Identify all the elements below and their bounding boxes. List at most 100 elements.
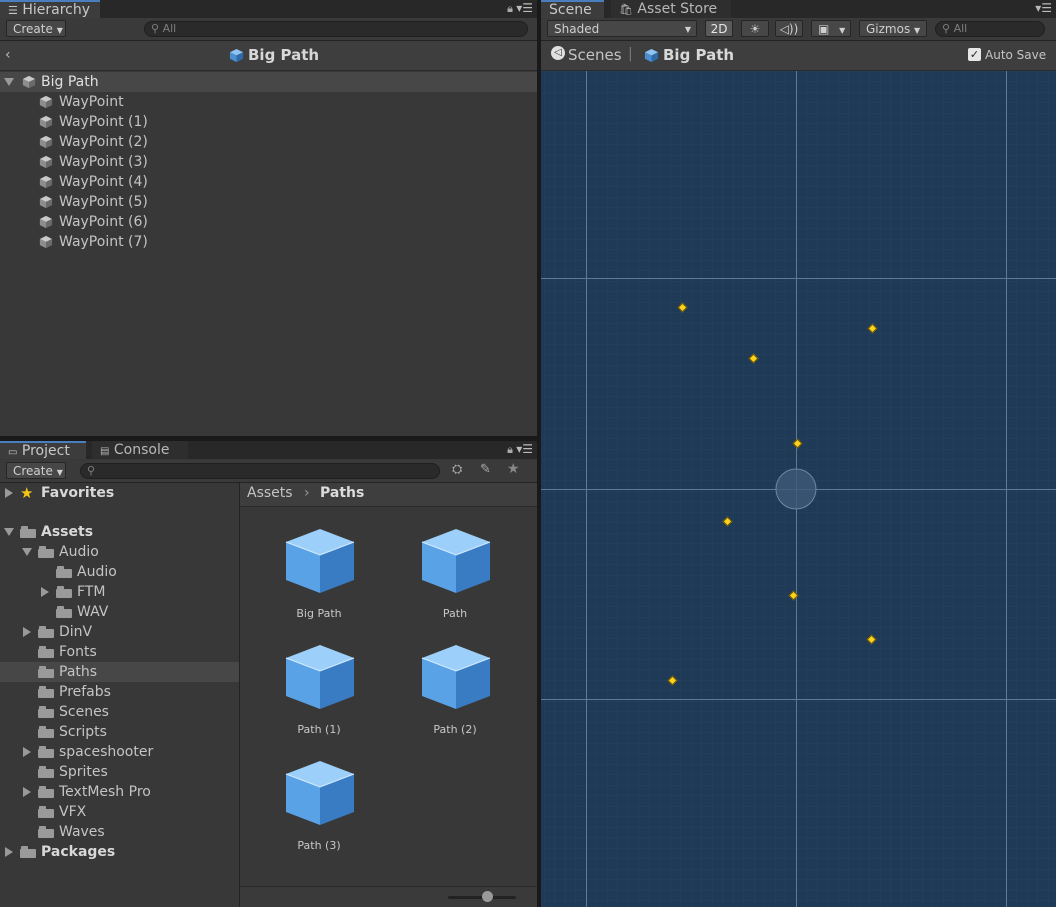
asset-name: Path (1) bbox=[297, 723, 341, 736]
folder-icon bbox=[38, 786, 54, 798]
audio-toggle[interactable]: ◁)) bbox=[775, 20, 803, 37]
expand-icon[interactable] bbox=[4, 78, 14, 86]
hierarchy-item-waypoint[interactable]: WayPoint (3) bbox=[0, 152, 537, 172]
project-tree-item[interactable]: Packages bbox=[0, 842, 239, 862]
project-tree-item[interactable]: Prefabs bbox=[0, 682, 239, 702]
scene-viewport[interactable] bbox=[541, 71, 1056, 907]
hierarchy-item-waypoint[interactable]: WayPoint (2) bbox=[0, 132, 537, 152]
expand-icon[interactable] bbox=[23, 747, 31, 757]
sun-icon: ☀ bbox=[749, 22, 761, 36]
expand-icon[interactable] bbox=[5, 488, 13, 498]
folder-icon bbox=[38, 546, 54, 558]
project-tree-label: Prefabs bbox=[59, 684, 111, 700]
asset-prefab-item[interactable]: Path (1) bbox=[264, 641, 374, 741]
tab-scene[interactable]: Scene bbox=[541, 0, 604, 18]
expand-icon[interactable] bbox=[23, 787, 31, 797]
asset-prefab-item[interactable]: Big Path bbox=[264, 525, 374, 625]
project-tree-item[interactable]: Audio bbox=[0, 542, 239, 562]
breadcrumb-separator-icon: › bbox=[304, 485, 310, 501]
expand-icon[interactable] bbox=[23, 627, 31, 637]
asset-prefab-item[interactable]: Path bbox=[400, 525, 510, 625]
scene-search-input[interactable]: ⚲ All bbox=[935, 21, 1045, 37]
filter-type-icon[interactable]: ⛭ bbox=[452, 462, 462, 477]
hierarchy-item-root[interactable]: Big Path bbox=[0, 72, 537, 92]
project-tree-label: spaceshooter bbox=[59, 744, 154, 760]
project-search-input[interactable]: ⚲ bbox=[80, 463, 440, 479]
expand-icon[interactable] bbox=[5, 847, 13, 857]
project-tree-item[interactable]: Paths bbox=[0, 662, 239, 682]
project-tree-item[interactable]: Audio bbox=[0, 562, 239, 582]
project-tree-label: DinV bbox=[59, 624, 93, 640]
selection-handle[interactable] bbox=[775, 468, 817, 510]
auto-save-checkbox[interactable]: ✓ bbox=[968, 48, 981, 61]
zoom-slider-thumb[interactable] bbox=[482, 891, 493, 902]
project-tree-item[interactable]: spaceshooter bbox=[0, 742, 239, 762]
project-tree-item[interactable]: TextMesh Pro bbox=[0, 782, 239, 802]
tab-console[interactable]: ▤ Console bbox=[92, 441, 188, 459]
hierarchy-search-input[interactable]: ⚲ All bbox=[144, 21, 528, 37]
project-tree-item[interactable]: WAV bbox=[0, 602, 239, 622]
breadcrumb-scenes[interactable]: Scenes bbox=[568, 46, 622, 64]
hierarchy-item-waypoint[interactable]: WayPoint (1) bbox=[0, 112, 537, 132]
filter-label-icon[interactable]: ✎ bbox=[480, 462, 491, 477]
mode-2d-toggle[interactable]: 2D bbox=[705, 20, 733, 37]
unity-logo-icon: ◁ bbox=[551, 46, 565, 60]
lock-icon[interactable]: 🔒︎ bbox=[507, 443, 513, 457]
folder-icon bbox=[38, 666, 54, 678]
gizmos-dropdown[interactable]: Gizmos ▼ bbox=[859, 20, 927, 37]
hierarchy-item-waypoint[interactable]: WayPoint (4) bbox=[0, 172, 537, 192]
scene-tabbar: Scene 🛍︎ Asset Store ▾☰ bbox=[541, 0, 1056, 18]
favorite-star-icon[interactable]: ★ bbox=[507, 461, 520, 477]
expand-icon[interactable] bbox=[41, 587, 49, 597]
lock-icon[interactable]: 🔒︎ bbox=[507, 2, 513, 16]
tab-project[interactable]: ▭ Project bbox=[0, 441, 86, 459]
gameobject-icon bbox=[39, 95, 53, 109]
menu-icon[interactable]: ▾☰ bbox=[1035, 1, 1052, 15]
asset-prefab-item[interactable]: Path (3) bbox=[264, 757, 374, 857]
back-arrow-icon[interactable]: ‹ bbox=[5, 47, 11, 63]
project-tree-label: TextMesh Pro bbox=[59, 784, 151, 800]
project-tree-item[interactable]: Sprites bbox=[0, 762, 239, 782]
project-tree-item[interactable]: Scenes bbox=[0, 702, 239, 722]
project-tree-item[interactable]: DinV bbox=[0, 622, 239, 642]
menu-icon[interactable]: ▾☰ bbox=[516, 1, 533, 15]
gameobject-icon bbox=[39, 135, 53, 149]
breadcrumb-paths[interactable]: Paths bbox=[320, 483, 364, 504]
collapse-icon[interactable] bbox=[4, 528, 14, 536]
auto-save-label: Auto Save bbox=[985, 48, 1047, 62]
project-panel: ▭ Project ▤ Console 🔒︎ ▾☰ Create ▼ ⚲ ⛭ ✎… bbox=[0, 441, 537, 907]
hierarchy-item-waypoint[interactable]: WayPoint bbox=[0, 92, 537, 112]
project-tree-item[interactable]: Assets bbox=[0, 522, 239, 542]
project-tree-label: Audio bbox=[59, 544, 99, 560]
menu-icon[interactable]: ▾☰ bbox=[516, 442, 533, 456]
project-tree-label: Scenes bbox=[59, 704, 109, 720]
project-tree-item[interactable]: ★ Favorites bbox=[0, 483, 239, 503]
project-tree-item[interactable]: Scripts bbox=[0, 722, 239, 742]
shading-mode-dropdown[interactable]: Shaded ▼ bbox=[547, 20, 697, 37]
hierarchy-item-waypoint[interactable]: WayPoint (5) bbox=[0, 192, 537, 212]
project-tree-item[interactable]: FTM bbox=[0, 582, 239, 602]
prefab-cube-icon bbox=[285, 645, 355, 709]
folder-tab-icon: ▭ bbox=[8, 447, 18, 458]
collapse-icon[interactable] bbox=[22, 548, 32, 556]
hierarchy-item-waypoint[interactable]: WayPoint (7) bbox=[0, 232, 537, 252]
speaker-icon: ◁)) bbox=[779, 22, 799, 36]
tab-hierarchy[interactable]: ☰ Hierarchy bbox=[0, 0, 100, 18]
breadcrumb-assets[interactable]: Assets bbox=[247, 483, 293, 504]
project-tree-item[interactable]: Fonts bbox=[0, 642, 239, 662]
hierarchy-item-waypoint[interactable]: WayPoint (6) bbox=[0, 212, 537, 232]
asset-prefab-item[interactable]: Path (2) bbox=[400, 641, 510, 741]
scene-panel: Scene 🛍︎ Asset Store ▾☰ Shaded ▼ 2D ☀ ◁)… bbox=[541, 0, 1056, 907]
project-tree-item[interactable]: Waves bbox=[0, 822, 239, 842]
hierarchy-item-label: WayPoint (5) bbox=[59, 194, 148, 210]
create-button[interactable]: Create ▼ bbox=[6, 20, 66, 37]
lighting-toggle[interactable]: ☀ bbox=[741, 20, 769, 37]
hierarchy-item-label: WayPoint (7) bbox=[59, 234, 148, 250]
project-tree-item[interactable]: VFX bbox=[0, 802, 239, 822]
tab-asset-store[interactable]: 🛍︎ Asset Store bbox=[611, 0, 731, 18]
hierarchy-tabbar: ☰ Hierarchy 🔒︎ ▾☰ bbox=[0, 0, 537, 18]
project-create-button[interactable]: Create ▼ bbox=[6, 462, 66, 479]
gameobject-icon bbox=[39, 175, 53, 189]
effects-toggle[interactable]: ▣ ▼ bbox=[811, 20, 851, 37]
folder-icon bbox=[56, 566, 72, 578]
